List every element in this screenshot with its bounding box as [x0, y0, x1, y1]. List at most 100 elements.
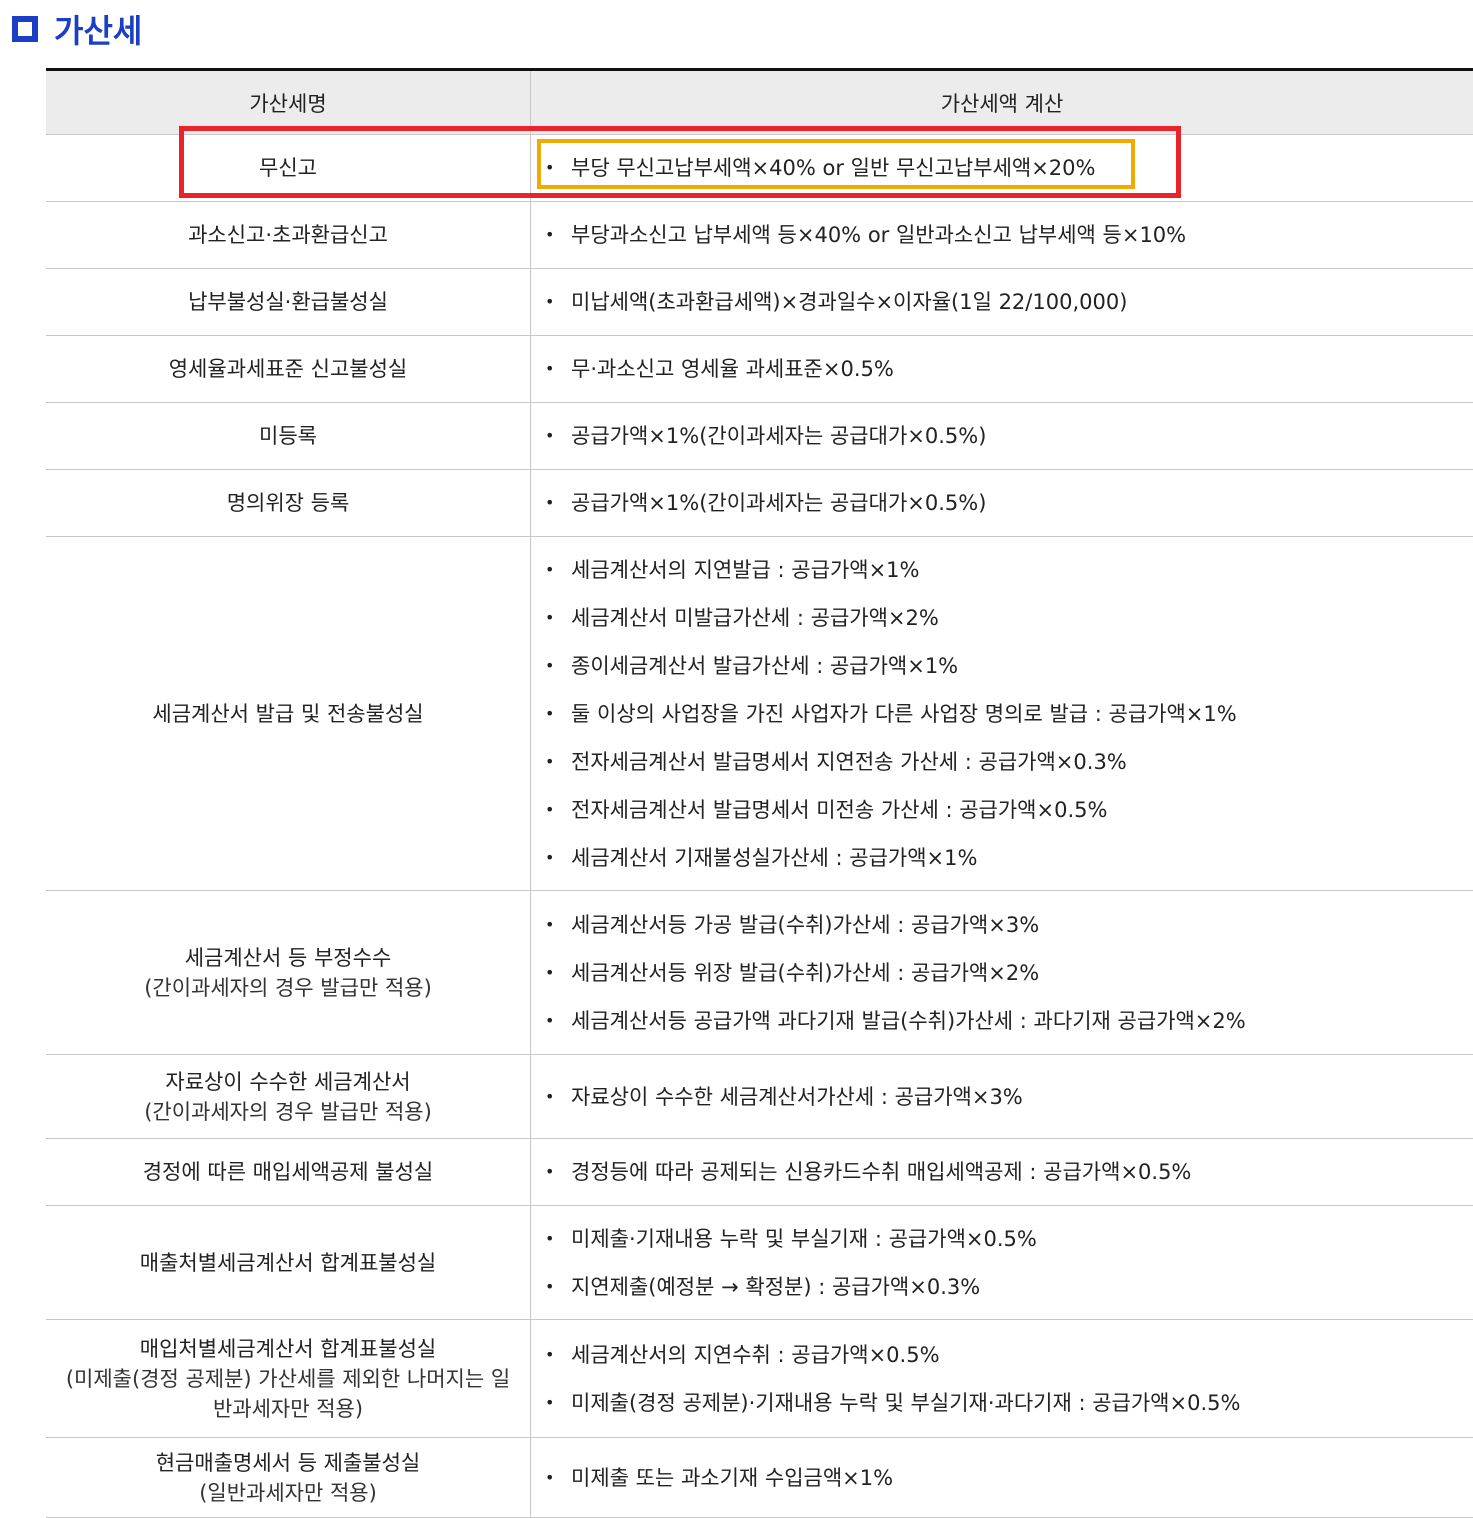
bullet-icon: • — [543, 211, 571, 259]
calculation-text: 부당 무신고납부세액×40% or 일반 무신고납부세액×20% — [571, 144, 1096, 192]
bullet-icon: • — [543, 278, 571, 326]
calculation-text: 부당과소신고 납부세액 등×40% or 일반과소신고 납부세액 등×10% — [571, 211, 1186, 259]
calculation-text: 경정등에 따라 공제되는 신용카드수취 매입세액공제 : 공급가액×0.5% — [571, 1148, 1191, 1196]
penalty-name-cell: 매입처별세금계산서 합계표불성실(미제출(경정 공제분) 가산세를 제외한 나머… — [46, 1320, 531, 1438]
bullet-icon: • — [543, 412, 571, 460]
penalty-name-cell: 과소신고·초과환급신고 — [46, 202, 531, 269]
penalty-name-note: (간이과세자의 경우 발급만 적용) — [47, 973, 529, 1003]
penalty-tax-table: 가산세명 가산세액 계산 무신고•부당 무신고납부세액×40% or 일반 무신… — [46, 68, 1473, 1518]
calculation-text: 세금계산서등 위장 발급(수취)가산세 : 공급가액×2% — [571, 949, 1039, 997]
table-row: 매입처별세금계산서 합계표불성실(미제출(경정 공제분) 가산세를 제외한 나머… — [46, 1320, 1473, 1438]
calculation-item: •미제출 또는 과소기재 수입금액×1% — [543, 1454, 1472, 1502]
calculation-item: •부당 무신고납부세액×40% or 일반 무신고납부세액×20% — [543, 144, 1472, 192]
penalty-name-cell: 납부불성실·환급불성실 — [46, 269, 531, 336]
penalty-name: 무신고 — [47, 153, 529, 183]
penalty-name-cell: 매출처별세금계산서 합계표불성실 — [46, 1206, 531, 1320]
bullet-icon: • — [543, 997, 571, 1045]
bullet-icon: • — [543, 345, 571, 393]
penalty-name-cell: 세금계산서 발급 및 전송불성실 — [46, 537, 531, 891]
calculation-item: •무·과소신고 영세율 과세표준×0.5% — [543, 345, 1472, 393]
table-row: 세금계산서 발급 및 전송불성실•세금계산서의 지연발급 : 공급가액×1%•세… — [46, 537, 1473, 891]
calculation-item: •세금계산서의 지연발급 : 공급가액×1% — [543, 546, 1472, 594]
bullet-icon: • — [543, 594, 571, 642]
bullet-icon: • — [543, 642, 571, 690]
penalty-name: 세금계산서 등 부정수수 — [47, 943, 529, 973]
table-row: 무신고 •부당 무신고납부세액×40% or 일반 무신고납부세액×20% — [46, 135, 1473, 202]
penalty-name: 과소신고·초과환급신고 — [47, 220, 529, 250]
calculation-text: 전자세금계산서 발급명세서 미전송 가산세 : 공급가액×0.5% — [571, 786, 1107, 834]
calculation-item: •세금계산서의 지연수취 : 공급가액×0.5% — [543, 1331, 1472, 1379]
penalty-name: 납부불성실·환급불성실 — [47, 287, 529, 317]
calculation-item: •지연제출(예정분 → 확정분) : 공급가액×0.3% — [543, 1263, 1472, 1311]
bullet-icon: • — [543, 1263, 571, 1311]
calculation-item: •자료상이 수수한 세금계산서가산세 : 공급가액×3% — [543, 1073, 1472, 1121]
penalty-calculation-cell: •무·과소신고 영세율 과세표준×0.5% — [531, 336, 1473, 403]
table-row: 영세율과세표준 신고불성실•무·과소신고 영세율 과세표준×0.5% — [46, 336, 1473, 403]
bullet-icon: • — [543, 546, 571, 594]
bullet-icon: • — [543, 834, 571, 882]
calculation-item: •둘 이상의 사업장을 가진 사업자가 다른 사업장 명의로 발급 : 공급가액… — [543, 690, 1472, 738]
penalty-name-note: (간이과세자의 경우 발급만 적용) — [47, 1097, 529, 1127]
section-title: 가산세 — [54, 6, 142, 52]
penalty-name-cell: 무신고 — [46, 135, 531, 202]
bullet-icon: • — [543, 1148, 571, 1196]
table-row: 자료상이 수수한 세금계산서(간이과세자의 경우 발급만 적용) •자료상이 수수… — [46, 1055, 1473, 1139]
bullet-icon: • — [543, 479, 571, 527]
penalty-name: 현금매출명세서 등 제출불성실 — [47, 1448, 529, 1478]
calculation-text: 종이세금계산서 발급가산세 : 공급가액×1% — [571, 642, 958, 690]
calculation-text: 무·과소신고 영세율 과세표준×0.5% — [571, 345, 894, 393]
penalty-calculation-cell: •자료상이 수수한 세금계산서가산세 : 공급가액×3% — [531, 1055, 1473, 1139]
header-penalty-calculation: 가산세액 계산 — [531, 70, 1473, 135]
bullet-icon: • — [543, 1454, 571, 1502]
table-row: 경정에 따른 매입세액공제 불성실 •경정등에 따라 공제되는 신용카드수취 매입… — [46, 1139, 1473, 1206]
calculation-item: •세금계산서 미발급가산세 : 공급가액×2% — [543, 594, 1472, 642]
calculation-item: •경정등에 따라 공제되는 신용카드수취 매입세액공제 : 공급가액×0.5% — [543, 1148, 1472, 1196]
calculation-text: 세금계산서의 지연발급 : 공급가액×1% — [571, 546, 920, 594]
penalty-name: 세금계산서 발급 및 전송불성실 — [47, 699, 529, 729]
calculation-item: •세금계산서등 가공 발급(수취)가산세 : 공급가액×3% — [543, 901, 1472, 949]
calculation-text: 공급가액×1%(간이과세자는 공급대가×0.5%) — [571, 479, 986, 527]
penalty-name: 경정에 따른 매입세액공제 불성실 — [47, 1157, 529, 1187]
square-bullet-icon — [12, 16, 38, 42]
calculation-item: •공급가액×1%(간이과세자는 공급대가×0.5%) — [543, 479, 1472, 527]
bullet-icon: • — [543, 1215, 571, 1263]
table-row: 세금계산서 등 부정수수(간이과세자의 경우 발급만 적용)•세금계산서등 가공… — [46, 891, 1473, 1055]
table-row: 명의위장 등록 •공급가액×1%(간이과세자는 공급대가×0.5%) — [46, 470, 1473, 537]
calculation-text: 세금계산서등 공급가액 과다기재 발급(수취)가산세 : 과다기재 공급가액×2… — [571, 997, 1246, 1045]
calculation-text: 세금계산서의 지연수취 : 공급가액×0.5% — [571, 1331, 940, 1379]
calculation-text: 세금계산서등 가공 발급(수취)가산세 : 공급가액×3% — [571, 901, 1039, 949]
bullet-icon: • — [543, 786, 571, 834]
penalty-name: 명의위장 등록 — [47, 488, 529, 518]
penalty-calculation-cell: •미제출·기재내용 누락 및 부실기재 : 공급가액×0.5%•지연제출(예정분… — [531, 1206, 1473, 1320]
calculation-text: 미제출·기재내용 누락 및 부실기재 : 공급가액×0.5% — [571, 1215, 1037, 1263]
penalty-calculation-cell: •부당과소신고 납부세액 등×40% or 일반과소신고 납부세액 등×10% — [531, 202, 1473, 269]
penalty-name-cell: 세금계산서 등 부정수수(간이과세자의 경우 발급만 적용) — [46, 891, 531, 1055]
penalty-calculation-cell: •부당 무신고납부세액×40% or 일반 무신고납부세액×20% — [531, 135, 1473, 202]
calculation-item: •세금계산서등 위장 발급(수취)가산세 : 공급가액×2% — [543, 949, 1472, 997]
penalty-calculation-cell: •공급가액×1%(간이과세자는 공급대가×0.5%) — [531, 470, 1473, 537]
calculation-item: •전자세금계산서 발급명세서 지연전송 가산세 : 공급가액×0.3% — [543, 738, 1472, 786]
bullet-icon: • — [543, 901, 571, 949]
penalty-name: 매입처별세금계산서 합계표불성실 — [47, 1334, 529, 1364]
penalty-name: 자료상이 수수한 세금계산서 — [47, 1067, 529, 1097]
header-penalty-name: 가산세명 — [46, 70, 531, 135]
calculation-text: 자료상이 수수한 세금계산서가산세 : 공급가액×3% — [571, 1073, 1023, 1121]
calculation-item: •전자세금계산서 발급명세서 미전송 가산세 : 공급가액×0.5% — [543, 786, 1472, 834]
calculation-item: •공급가액×1%(간이과세자는 공급대가×0.5%) — [543, 412, 1472, 460]
table-row: 매출처별세금계산서 합계표불성실•미제출·기재내용 누락 및 부실기재 : 공급… — [46, 1206, 1473, 1320]
penalty-name-cell: 경정에 따른 매입세액공제 불성실 — [46, 1139, 531, 1206]
calculation-text: 전자세금계산서 발급명세서 지연전송 가산세 : 공급가액×0.3% — [571, 738, 1127, 786]
table-row: 현금매출명세서 등 제출불성실(일반과세자만 적용)•미제출 또는 과소기재 수… — [46, 1438, 1473, 1518]
bullet-icon: • — [543, 1331, 571, 1379]
penalty-name: 미등록 — [47, 421, 529, 451]
section-heading: 가산세 — [12, 4, 142, 54]
penalty-name-cell: 현금매출명세서 등 제출불성실(일반과세자만 적용) — [46, 1438, 531, 1518]
calculation-text: 공급가액×1%(간이과세자는 공급대가×0.5%) — [571, 412, 986, 460]
calculation-text: 지연제출(예정분 → 확정분) : 공급가액×0.3% — [571, 1263, 980, 1311]
bullet-icon: • — [543, 738, 571, 786]
penalty-calculation-cell: •세금계산서등 가공 발급(수취)가산세 : 공급가액×3%•세금계산서등 위장… — [531, 891, 1473, 1055]
calculation-item: •미제출·기재내용 누락 및 부실기재 : 공급가액×0.5% — [543, 1215, 1472, 1263]
penalty-name: 매출처별세금계산서 합계표불성실 — [47, 1248, 529, 1278]
penalty-name-cell: 명의위장 등록 — [46, 470, 531, 537]
calculation-text: 미제출(경정 공제분)·기재내용 누락 및 부실기재·과다기재 : 공급가액×0… — [571, 1379, 1240, 1427]
